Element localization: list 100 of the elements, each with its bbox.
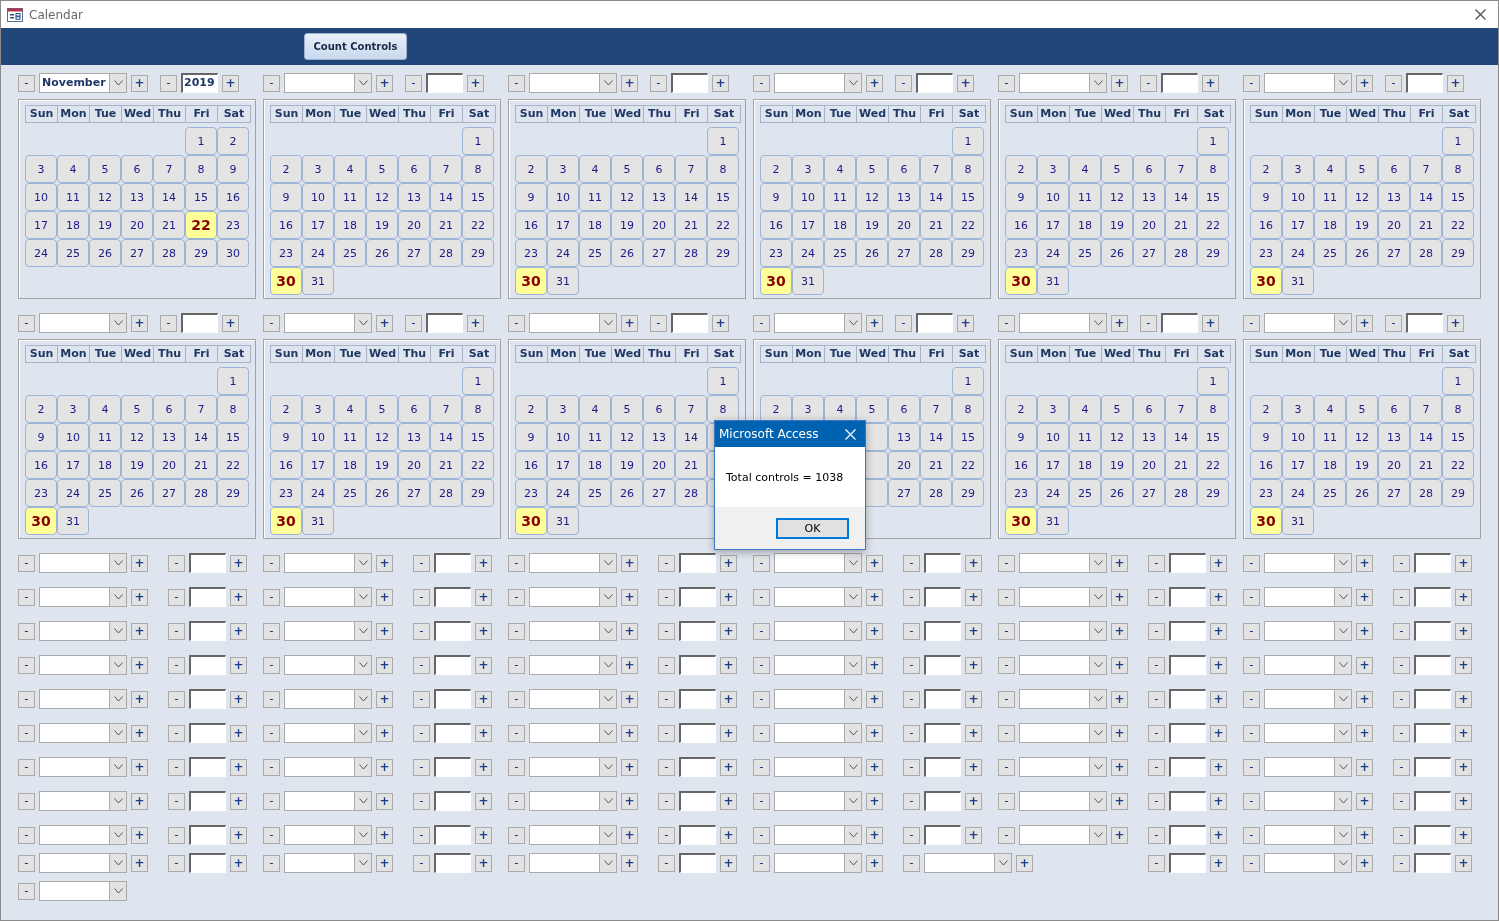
minus-button[interactable]: - <box>18 588 35 606</box>
day-button[interactable]: 13 <box>888 183 920 211</box>
plus-button[interactable]: + <box>1455 554 1472 572</box>
day-button[interactable]: 3 <box>302 395 334 423</box>
day-button[interactable]: 5 <box>366 395 398 423</box>
plus-button[interactable]: + <box>1111 690 1128 708</box>
day-button[interactable]: 4 <box>1314 395 1346 423</box>
dropdown-field[interactable] <box>529 723 617 743</box>
day-button[interactable]: 11 <box>1314 183 1346 211</box>
minus-button[interactable]: - <box>508 724 525 742</box>
input-field[interactable] <box>181 313 218 333</box>
day-button[interactable]: 6 <box>643 395 675 423</box>
dropdown-field[interactable] <box>284 723 372 743</box>
dropdown-field[interactable] <box>1264 825 1352 845</box>
day-button[interactable]: 25 <box>57 239 89 267</box>
minus-button[interactable]: - <box>1148 690 1165 708</box>
input-field[interactable] <box>916 73 953 93</box>
plus-button[interactable]: + <box>376 854 393 872</box>
day-button[interactable]: 15 <box>1197 423 1229 451</box>
input-field[interactable] <box>1406 313 1443 333</box>
input-field[interactable] <box>1414 689 1451 709</box>
dropdown-field[interactable] <box>529 825 617 845</box>
dropdown-field[interactable] <box>39 587 127 607</box>
minus-button[interactable]: - <box>1148 724 1165 742</box>
dropdown-field[interactable] <box>284 73 372 93</box>
day-button[interactable]: 23 <box>515 479 547 507</box>
today-day-button[interactable]: 30 <box>25 507 57 535</box>
day-button[interactable]: 2 <box>1005 155 1037 183</box>
day-button[interactable]: 16 <box>270 211 302 239</box>
day-button[interactable]: 1 <box>1197 127 1229 155</box>
day-button[interactable]: 28 <box>920 239 952 267</box>
day-button[interactable]: 24 <box>547 479 579 507</box>
day-button[interactable]: 7 <box>1165 395 1197 423</box>
input-field[interactable] <box>924 689 961 709</box>
day-button[interactable]: 9 <box>1250 423 1282 451</box>
input-field[interactable] <box>1169 621 1206 641</box>
day-button[interactable]: 21 <box>675 451 707 479</box>
minus-button[interactable]: - <box>168 622 185 640</box>
day-button[interactable]: 23 <box>270 479 302 507</box>
input-field[interactable] <box>434 757 471 777</box>
plus-button[interactable]: + <box>621 622 638 640</box>
plus-button[interactable]: + <box>1455 588 1472 606</box>
day-button[interactable]: 27 <box>643 239 675 267</box>
plus-button[interactable]: + <box>230 588 247 606</box>
day-button[interactable]: 31 <box>547 507 579 535</box>
dropdown-field[interactable] <box>774 791 862 811</box>
dropdown-field[interactable] <box>1019 689 1107 709</box>
minus-button[interactable]: - <box>658 826 675 844</box>
input-field[interactable] <box>924 723 961 743</box>
today-day-button[interactable]: 30 <box>1005 507 1037 535</box>
plus-button[interactable]: + <box>475 758 492 776</box>
plus-button[interactable]: + <box>720 792 737 810</box>
day-button[interactable]: 25 <box>1314 239 1346 267</box>
day-button[interactable]: 19 <box>1101 211 1133 239</box>
day-button[interactable]: 26 <box>611 239 643 267</box>
minus-button[interactable]: - <box>263 622 280 640</box>
plus-button[interactable]: + <box>957 314 974 332</box>
minus-button[interactable]: - <box>903 554 920 572</box>
minus-button[interactable]: - <box>160 74 177 92</box>
day-button[interactable]: 28 <box>1165 479 1197 507</box>
input-field[interactable] <box>924 621 961 641</box>
input-field[interactable] <box>924 587 961 607</box>
day-button[interactable]: 3 <box>1282 395 1314 423</box>
day-button[interactable]: 31 <box>1282 507 1314 535</box>
day-button[interactable]: 29 <box>217 479 249 507</box>
minus-button[interactable]: - <box>1243 758 1260 776</box>
day-button[interactable]: 6 <box>888 155 920 183</box>
day-button[interactable]: 13 <box>398 423 430 451</box>
plus-button[interactable]: + <box>230 622 247 640</box>
day-button[interactable]: 29 <box>462 239 494 267</box>
day-button[interactable]: 31 <box>547 267 579 295</box>
minus-button[interactable]: - <box>998 74 1015 92</box>
minus-button[interactable]: - <box>658 554 675 572</box>
day-button[interactable]: 20 <box>1133 451 1165 479</box>
day-button[interactable]: 14 <box>1410 423 1442 451</box>
dropdown-field[interactable] <box>284 853 372 873</box>
day-button[interactable]: 20 <box>398 451 430 479</box>
day-button[interactable]: 9 <box>25 423 57 451</box>
minus-button[interactable]: - <box>1393 588 1410 606</box>
day-button[interactable]: 5 <box>611 395 643 423</box>
day-button[interactable]: 31 <box>1282 267 1314 295</box>
day-button[interactable]: 7 <box>185 395 217 423</box>
day-button[interactable]: 26 <box>366 239 398 267</box>
plus-button[interactable]: + <box>131 314 148 332</box>
day-button[interactable]: 31 <box>57 507 89 535</box>
day-button[interactable]: 6 <box>398 155 430 183</box>
day-button[interactable]: 16 <box>25 451 57 479</box>
dropdown-field[interactable] <box>39 825 127 845</box>
day-button[interactable]: 29 <box>1197 479 1229 507</box>
input-field[interactable] <box>434 853 471 873</box>
minus-button[interactable]: - <box>1243 724 1260 742</box>
plus-button[interactable]: + <box>1111 74 1128 92</box>
day-button[interactable]: 14 <box>153 183 185 211</box>
plus-button[interactable]: + <box>376 690 393 708</box>
minus-button[interactable]: - <box>18 758 35 776</box>
dropdown-field[interactable] <box>284 825 372 845</box>
day-button[interactable]: 27 <box>121 239 153 267</box>
minus-button[interactable]: - <box>1148 656 1165 674</box>
day-button[interactable]: 16 <box>1005 211 1037 239</box>
input-field[interactable] <box>679 853 716 873</box>
